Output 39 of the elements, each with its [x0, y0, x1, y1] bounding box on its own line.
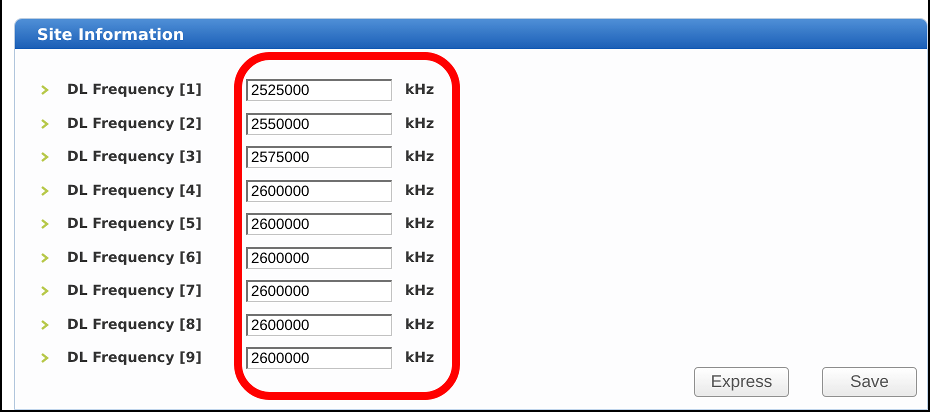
- unit-label: kHz: [405, 116, 434, 132]
- unit-label: kHz: [405, 149, 434, 165]
- frequency-input[interactable]: 2525000: [246, 79, 392, 101]
- chevron-icon: [41, 152, 49, 162]
- field-label: DL Frequency [6]: [67, 250, 203, 266]
- field-label: DL Frequency [1]: [67, 82, 203, 98]
- unit-label: kHz: [405, 316, 434, 332]
- panel-title: Site Information: [37, 24, 184, 44]
- unit-label: kHz: [405, 82, 434, 98]
- action-button[interactable]: Save: [822, 367, 917, 397]
- chevron-icon: [41, 286, 49, 296]
- frequency-input[interactable]: 2600000: [246, 280, 392, 302]
- unit-label: kHz: [405, 283, 434, 299]
- frequency-input[interactable]: 2600000: [246, 180, 392, 202]
- field-label: DL Frequency [3]: [67, 149, 203, 165]
- frequency-input[interactable]: 2600000: [246, 314, 392, 336]
- chevron-icon: [41, 85, 49, 95]
- frequency-input[interactable]: 2600000: [246, 246, 392, 268]
- chevron-icon: [41, 186, 49, 196]
- field-label: DL Frequency [4]: [67, 182, 203, 198]
- unit-label: kHz: [405, 216, 434, 232]
- action-button[interactable]: Express: [694, 367, 789, 397]
- chevron-icon: [41, 219, 49, 229]
- frequency-input[interactable]: 2600000: [246, 213, 392, 235]
- unit-label: kHz: [405, 350, 434, 366]
- chevron-icon: [41, 252, 49, 262]
- field-label: DL Frequency [7]: [67, 283, 203, 299]
- chevron-icon: [41, 118, 49, 128]
- unit-label: kHz: [405, 250, 434, 266]
- field-label: DL Frequency [2]: [67, 116, 203, 132]
- chevron-icon: [41, 353, 49, 363]
- unit-label: kHz: [405, 182, 434, 198]
- frequency-input[interactable]: 2600000: [246, 347, 392, 369]
- field-label: DL Frequency [9]: [67, 350, 203, 366]
- frequency-input[interactable]: 2575000: [246, 146, 392, 168]
- chevron-icon: [41, 320, 49, 330]
- frequency-input[interactable]: 2550000: [246, 112, 392, 134]
- field-label: DL Frequency [8]: [67, 316, 203, 332]
- field-label: DL Frequency [5]: [67, 216, 203, 232]
